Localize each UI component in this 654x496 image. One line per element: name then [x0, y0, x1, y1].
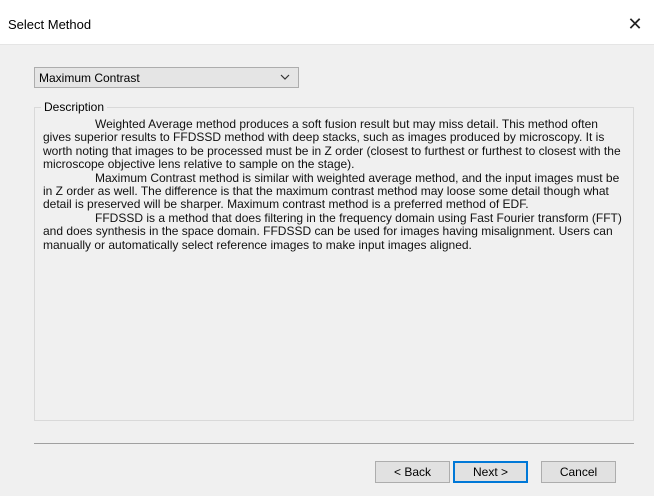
dialog-body: Maximum Contrast Description Weighted Av… [0, 44, 654, 496]
description-paragraph-ffdssd: FFDSSD is a method that does filtering i… [43, 210, 622, 252]
description-group: Description Weighted Average method prod… [34, 100, 634, 421]
method-dropdown-value: Maximum Contrast [39, 71, 140, 85]
chevron-down-icon [280, 74, 290, 80]
description-legend: Description [41, 100, 108, 114]
description-paragraph-max-contrast: Maximum Contrast method is similar with … [43, 170, 620, 212]
back-button[interactable]: < Back [375, 461, 450, 483]
description-paragraph-weighted: Weighted Average method produces a soft … [43, 117, 621, 172]
description-text: Weighted Average method produces a soft … [43, 117, 628, 252]
method-dropdown[interactable]: Maximum Contrast [34, 67, 299, 88]
cancel-button[interactable]: Cancel [541, 461, 616, 483]
footer-divider [34, 443, 634, 444]
close-button[interactable]: ✕ [622, 11, 648, 37]
window-title: Select Method [8, 17, 92, 32]
next-button[interactable]: Next > [453, 461, 528, 483]
title-bar: Select Method ✕ [0, 0, 654, 44]
